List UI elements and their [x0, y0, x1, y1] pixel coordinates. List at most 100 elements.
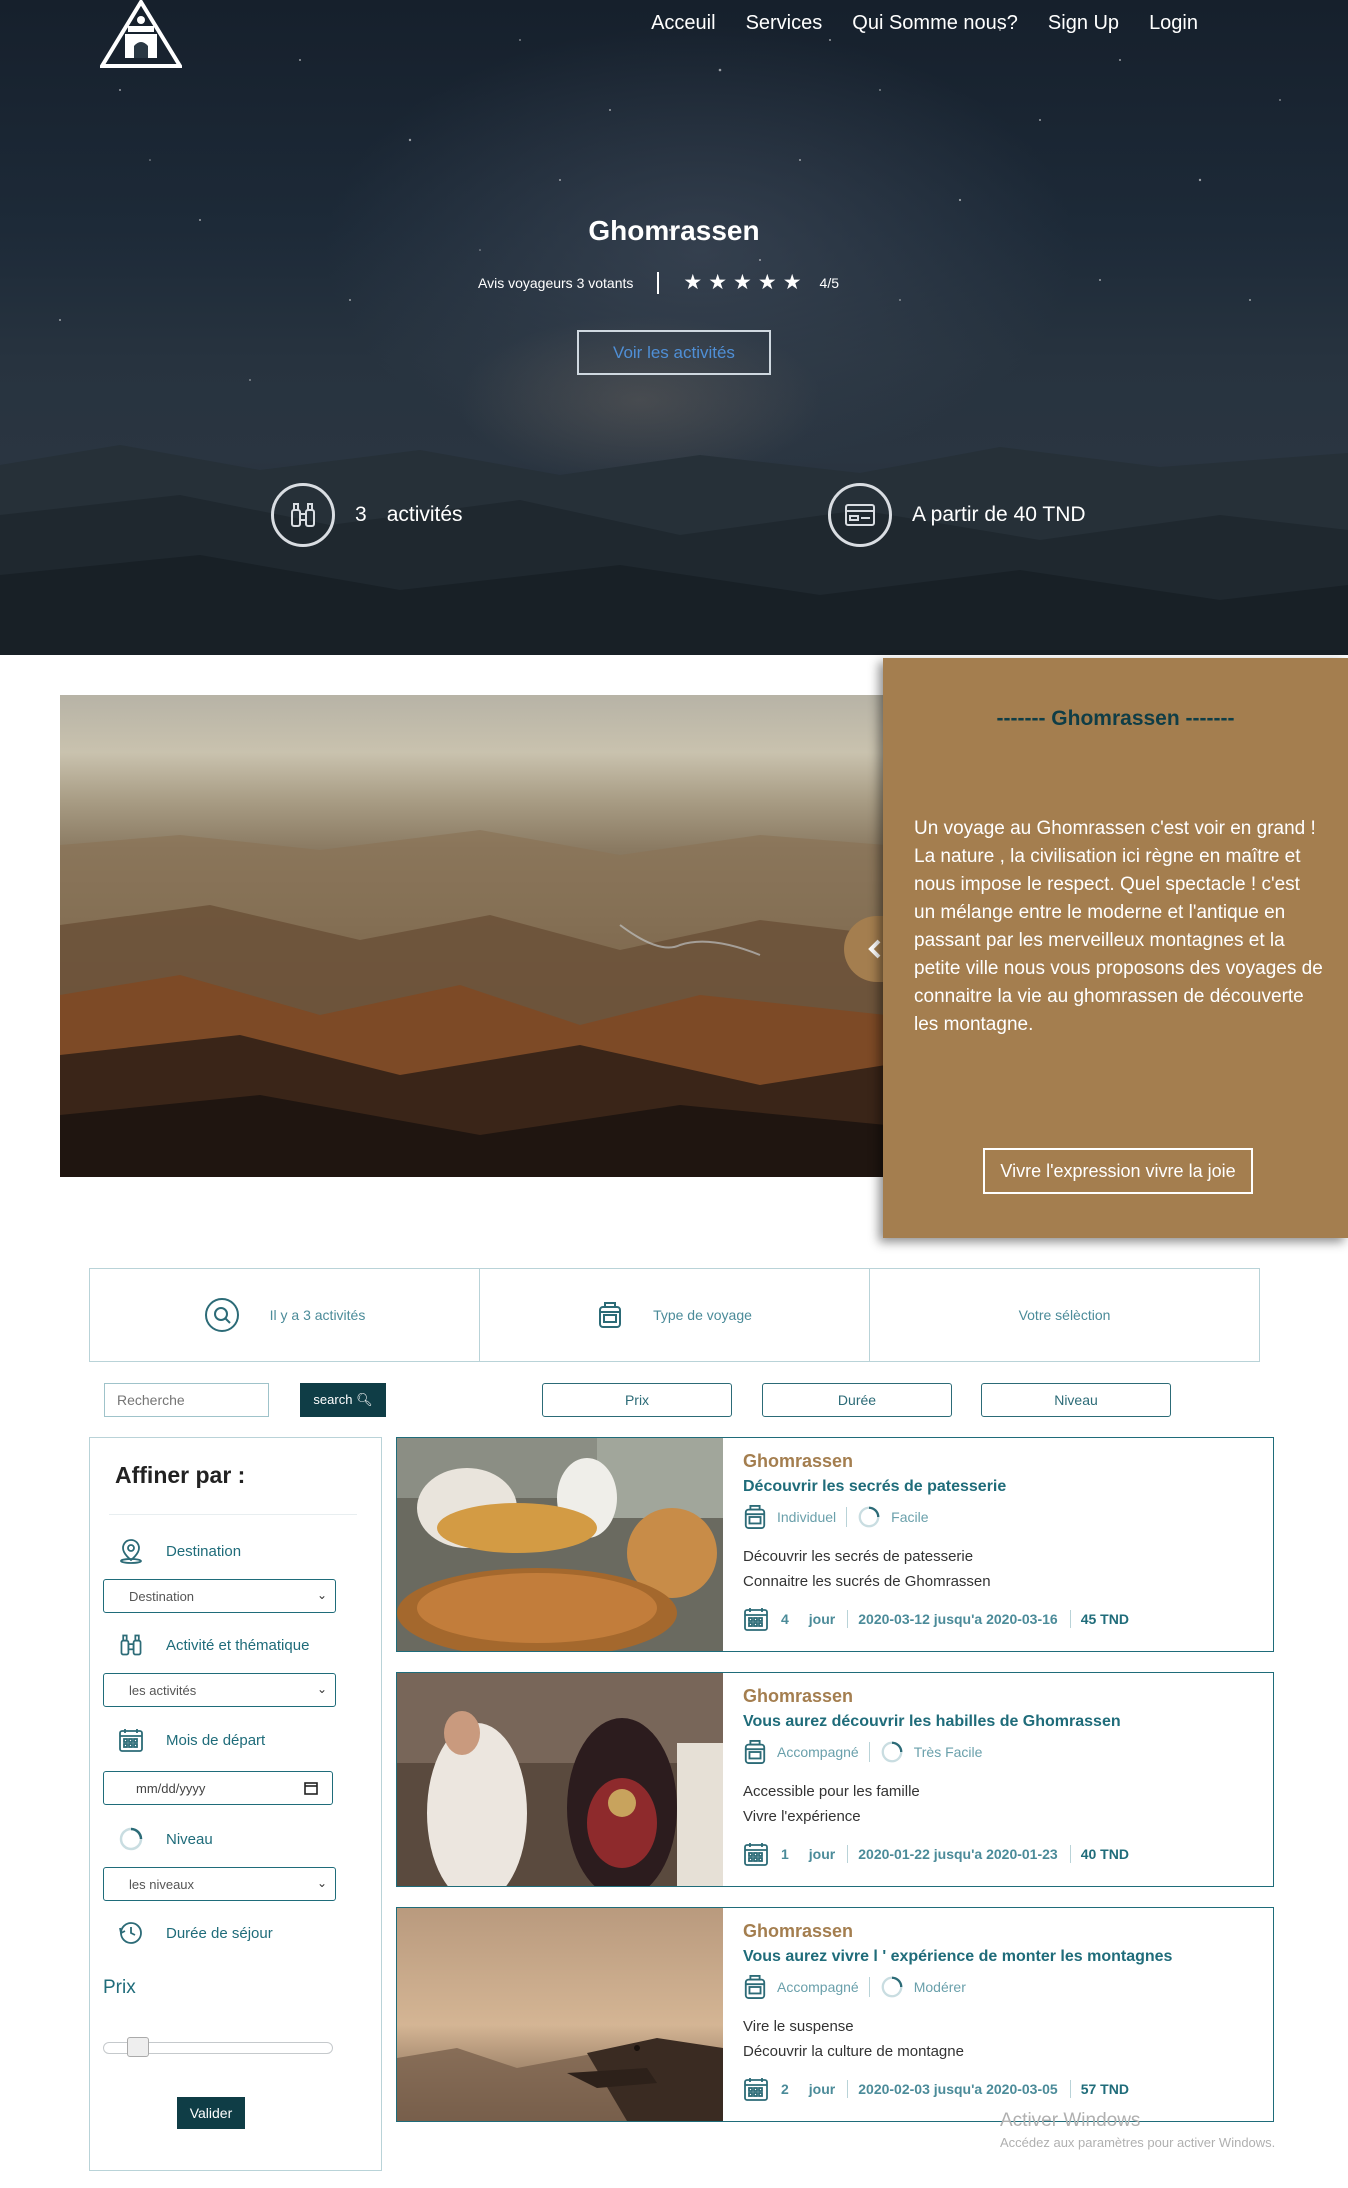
spinner-icon — [880, 1975, 904, 1999]
star-icon: ★ — [782, 271, 802, 294]
chevron-down-icon: ⌄ — [316, 1876, 327, 1890]
nav-login[interactable]: Login — [1149, 12, 1198, 35]
mountain-sunrise-photo — [397, 1908, 723, 2121]
card-days: 2 — [781, 2081, 789, 2097]
rating-row: Avis voyageurs 3 votants ★ ★ ★ ★ ★ 4/5 — [478, 270, 839, 295]
activity-card[interactable]: Ghomrassen Vous aurez découvrir les habi… — [396, 1672, 1274, 1887]
card-city: Ghomrassen — [743, 1921, 854, 1941]
panel-title: ------- Ghomrassen ------- — [996, 707, 1235, 730]
trip-type-cell[interactable]: Type de voyage — [480, 1269, 870, 1361]
price-label: Prix — [103, 1977, 136, 1998]
month-label: Mois de départ — [166, 1731, 266, 1749]
card-description: Accessible pour les famille Vivre l'expé… — [743, 1779, 1263, 1829]
filter-sidebar: Affiner par : Destination Destination ⌄ … — [89, 1437, 382, 2171]
star-icon: ★ — [708, 271, 728, 294]
destination-select[interactable]: Destination ⌄ — [103, 1579, 336, 1613]
activity-card[interactable]: Ghomrassen Découvrir les secrés de pates… — [396, 1437, 1274, 1652]
destination-label: Destination — [166, 1542, 242, 1560]
activity-count-text: Il y a 3 activités — [269, 1307, 366, 1323]
level-select[interactable]: les niveaux ⌄ — [103, 1867, 336, 1901]
duration-label-row: Durée de séjour — [115, 1920, 273, 1946]
backpack-icon — [743, 1739, 767, 1765]
starting-price: A partir de 40 TND — [912, 503, 1086, 526]
card-desc-line: Découvrir la culture de montagne — [743, 2043, 964, 2060]
card-days: 1 — [781, 1846, 789, 1862]
search-icon — [204, 1297, 240, 1333]
credit-card-icon — [828, 483, 892, 547]
selection-text: Votre sélèction — [1018, 1307, 1111, 1323]
binoculars-icon — [271, 483, 335, 547]
card-unit: jour — [808, 2081, 836, 2097]
destination-label-row: Destination — [115, 1538, 241, 1564]
view-activities-button[interactable]: Voir les activités — [577, 330, 771, 375]
card-title[interactable]: Découvrir les secrés de patesserie — [743, 1478, 1263, 1496]
spinner-icon — [857, 1505, 881, 1529]
calendar-icon[interactable] — [304, 1781, 318, 1798]
search-input[interactable] — [104, 1383, 269, 1417]
card-unit: jour — [808, 1846, 836, 1862]
search-button-label: search — [313, 1392, 353, 1407]
card-desc-line: Découvrir les secrés de patesserie — [743, 1548, 974, 1565]
main-nav: Acceuil Services Qui Somme nous? Sign Up… — [621, 12, 1198, 35]
calendar-icon — [743, 1606, 769, 1632]
duration-label: Durée de séjour — [166, 1924, 273, 1942]
nav-sign-up[interactable]: Sign Up — [1048, 12, 1119, 35]
nav-qui-somme-nous[interactable]: Qui Somme nous? — [852, 12, 1018, 35]
card-days: 4 — [781, 1611, 789, 1627]
card-desc-line: Accessible pour les famille — [743, 1783, 920, 1800]
card-title[interactable]: Vous aurez découvrir les habilles de Gho… — [743, 1713, 1263, 1731]
clock-history-icon — [115, 1920, 147, 1946]
card-level: Facile — [891, 1509, 929, 1525]
map-pin-icon — [115, 1538, 147, 1564]
activity-label: Activité et thématique — [166, 1636, 310, 1654]
filter-title: Affiner par : — [115, 1462, 246, 1488]
sort-duration-button[interactable]: Durée — [762, 1383, 952, 1417]
activities-count: 3 — [355, 503, 367, 526]
windows-activation-watermark: Activer Windows Accédez aux paramètres p… — [1000, 2110, 1275, 2150]
nav-services[interactable]: Services — [746, 12, 823, 35]
departure-date-input[interactable]: mm/dd/yyyy — [103, 1771, 333, 1805]
destination-select-value: Destination — [129, 1588, 195, 1604]
spinner-icon — [880, 1740, 904, 1764]
card-price: 57 TND — [1080, 2081, 1129, 2097]
nav-accueil[interactable]: Acceuil — [651, 12, 715, 35]
card-body: Ghomrassen Vous aurez vivre l ' expérien… — [743, 1921, 1263, 2102]
card-city: Ghomrassen — [743, 1686, 854, 1706]
card-trip-type: Accompagné — [777, 1744, 859, 1760]
watermark-title: Activer Windows — [1000, 2110, 1141, 2131]
card-desc-line: Connaitre les sucrés de Ghomrassen — [743, 1573, 991, 1590]
price-slider-handle[interactable] — [127, 2037, 149, 2057]
search-button[interactable]: search 🔍︎ — [300, 1383, 386, 1417]
info-bar: Il y a 3 activités Type de voyage Votre … — [89, 1268, 1260, 1362]
activity-select-value: les activités — [129, 1682, 197, 1698]
card-level: Très Facile — [913, 1744, 983, 1760]
card-meta: 2 jour 2020-02-03 jusqu'a 2020-03-05 57 … — [743, 2076, 1263, 2102]
rating-divider — [657, 271, 660, 294]
traditional-dress-photo — [397, 1673, 723, 1886]
live-the-joy-button[interactable]: Vivre l'expression vivre la joie — [983, 1148, 1253, 1194]
backpack-icon — [743, 1974, 767, 2000]
card-trip-type: Accompagné — [777, 1979, 859, 1995]
sort-level-button[interactable]: Niveau — [981, 1383, 1171, 1417]
level-label: Niveau — [166, 1830, 213, 1848]
date-placeholder: mm/dd/yyyy — [136, 1780, 206, 1796]
pastry-photo — [397, 1438, 723, 1651]
selection-cell[interactable]: Votre sélèction — [870, 1269, 1259, 1361]
chevron-left-icon — [868, 939, 881, 959]
level-label-row: Niveau — [115, 1826, 213, 1852]
card-body: Ghomrassen Vous aurez découvrir les habi… — [743, 1686, 1263, 1867]
card-title[interactable]: Vous aurez vivre l ' expérience de monte… — [743, 1948, 1263, 1966]
site-logo[interactable] — [100, 0, 182, 70]
activity-count-cell: Il y a 3 activités — [90, 1269, 480, 1361]
card-unit: jour — [808, 1611, 836, 1627]
activity-card[interactable]: Ghomrassen Vous aurez vivre l ' expérien… — [396, 1907, 1274, 2122]
activity-label-row: Activité et thématique — [115, 1632, 309, 1658]
hero-section: Acceuil Services Qui Somme nous? Sign Up… — [0, 0, 1348, 655]
apply-filters-button[interactable]: Valider — [177, 2097, 245, 2129]
rating-score: 4/5 — [819, 274, 839, 291]
sort-price-button[interactable]: Prix — [542, 1383, 732, 1417]
card-body: Ghomrassen Découvrir les secrés de pates… — [743, 1451, 1263, 1632]
search-icon: 🔍︎ — [356, 1392, 373, 1407]
activity-select[interactable]: les activités ⌄ — [103, 1673, 336, 1707]
card-tags: Accompagné Très Facile — [743, 1739, 1263, 1765]
